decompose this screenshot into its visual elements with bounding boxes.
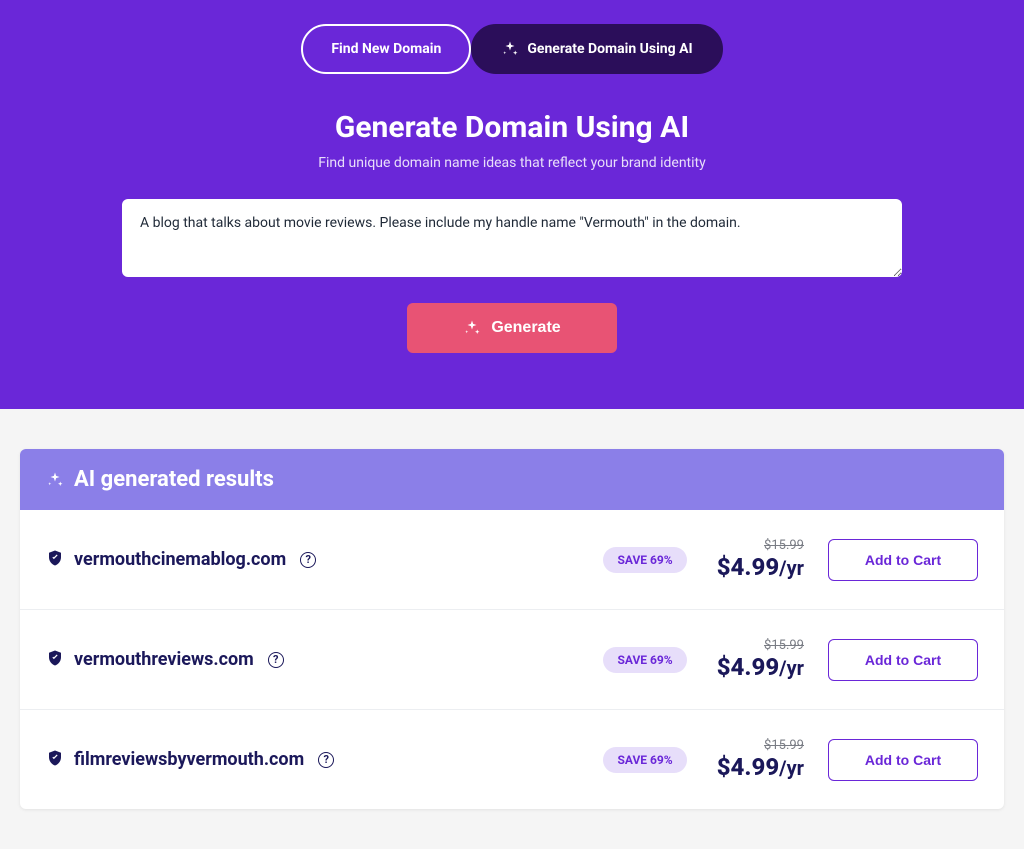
tab-find-domain[interactable]: Find New Domain (301, 24, 471, 74)
domain-name: filmreviewsbyvermouth.com (74, 749, 304, 770)
page-title: Generate Domain Using AI (0, 110, 1024, 145)
sparkle-icon (46, 471, 64, 489)
results-card: AI generated results vermouthcinemablog.… (20, 449, 1004, 809)
tab-generate-ai[interactable]: Generate Domain Using AI (471, 24, 722, 74)
page-subtitle: Find unique domain name ideas that refle… (0, 155, 1024, 171)
domain-cell: vermouthcinemablog.com ? (46, 548, 573, 572)
results-header: AI generated results (20, 449, 1004, 510)
result-row: vermouthreviews.com ? SAVE 69% $15.99 $4… (20, 610, 1004, 710)
new-price: $4.99/yr (717, 753, 804, 781)
old-price: $15.99 (717, 538, 804, 553)
price-amount: $4.99 (717, 553, 779, 581)
result-row: filmreviewsbyvermouth.com ? SAVE 69% $15… (20, 710, 1004, 809)
save-badge: SAVE 69% (603, 747, 686, 773)
domain-cell: vermouthreviews.com ? (46, 648, 573, 672)
price-period: /yr (779, 556, 804, 580)
help-icon[interactable]: ? (318, 752, 334, 768)
shield-icon (46, 648, 64, 672)
price-cell: $15.99 $4.99/yr (717, 738, 804, 781)
price-period: /yr (779, 656, 804, 680)
new-price: $4.99/yr (717, 553, 804, 581)
shield-icon (46, 748, 64, 772)
add-to-cart-button[interactable]: Add to Cart (828, 539, 978, 581)
new-price: $4.99/yr (717, 653, 804, 681)
tab-find-domain-label: Find New Domain (331, 41, 441, 57)
old-price: $15.99 (717, 638, 804, 653)
results-header-text: AI generated results (74, 467, 274, 492)
save-badge: SAVE 69% (603, 547, 686, 573)
domain-name: vermouthcinemablog.com (74, 549, 286, 570)
sparkle-icon (463, 319, 481, 337)
result-row: vermouthcinemablog.com ? SAVE 69% $15.99… (20, 510, 1004, 610)
help-icon[interactable]: ? (300, 552, 316, 568)
old-price: $15.99 (717, 738, 804, 753)
shield-icon (46, 548, 64, 572)
tab-bar: Find New Domain Generate Domain Using AI (0, 24, 1024, 74)
tab-generate-ai-label: Generate Domain Using AI (527, 41, 692, 57)
price-cell: $15.99 $4.99/yr (717, 538, 804, 581)
hero-section: Find New Domain Generate Domain Using AI… (0, 0, 1024, 409)
price-period: /yr (779, 756, 804, 780)
price-amount: $4.99 (717, 753, 779, 781)
add-to-cart-button[interactable]: Add to Cart (828, 639, 978, 681)
prompt-input-wrapper (102, 199, 922, 281)
add-to-cart-button[interactable]: Add to Cart (828, 739, 978, 781)
generate-button[interactable]: Generate (407, 303, 616, 353)
help-icon[interactable]: ? (268, 652, 284, 668)
domain-cell: filmreviewsbyvermouth.com ? (46, 748, 573, 772)
generate-button-label: Generate (491, 319, 560, 337)
save-badge: SAVE 69% (603, 647, 686, 673)
results-section: AI generated results vermouthcinemablog.… (0, 409, 1024, 849)
price-cell: $15.99 $4.99/yr (717, 638, 804, 681)
sparkle-icon (501, 40, 519, 58)
price-amount: $4.99 (717, 653, 779, 681)
prompt-input[interactable] (122, 199, 902, 277)
domain-name: vermouthreviews.com (74, 649, 254, 670)
